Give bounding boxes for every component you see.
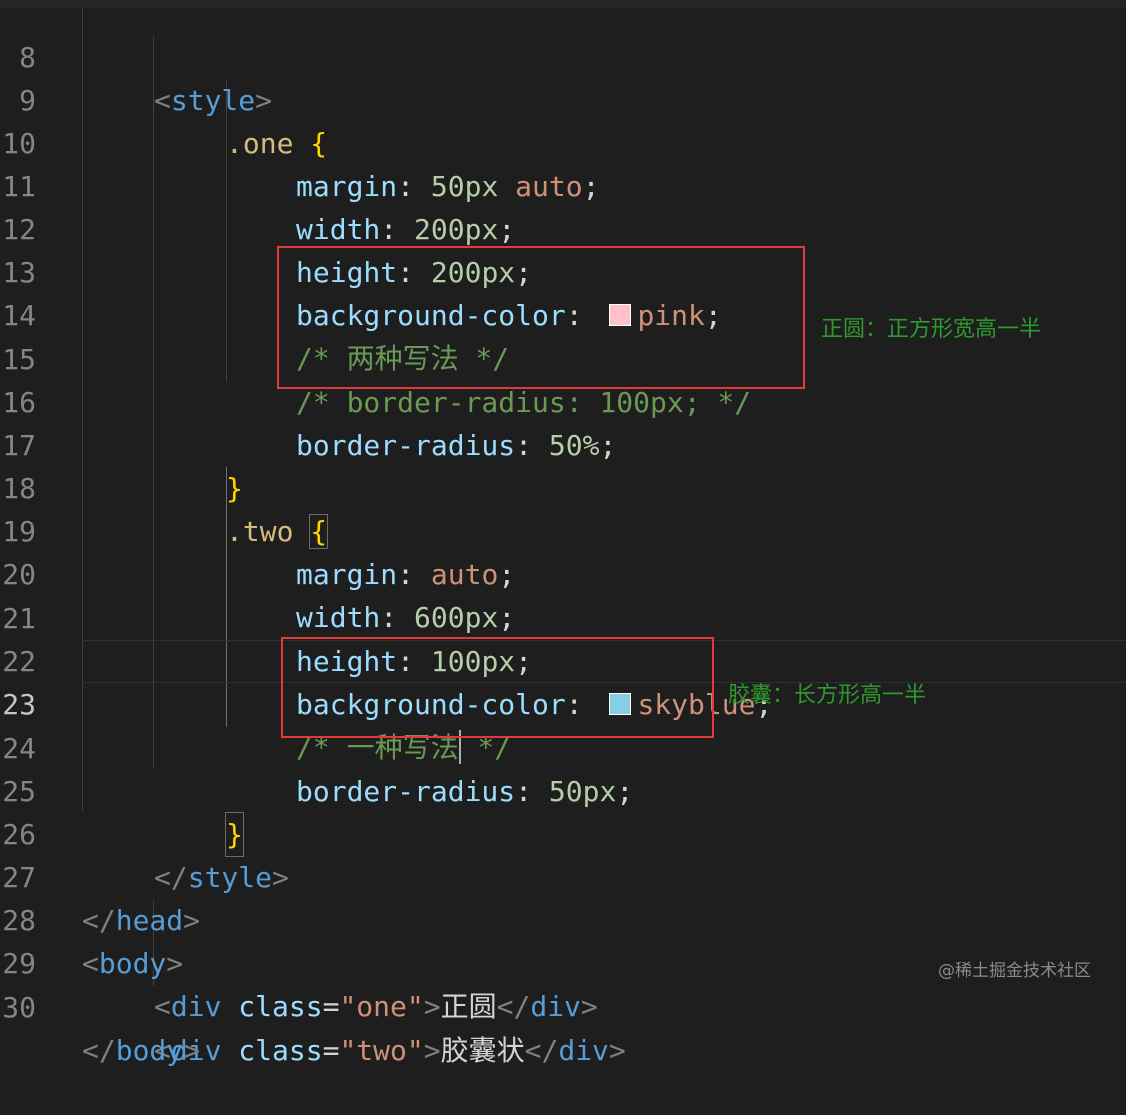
watermark: @稀土掘金技术社区: [938, 961, 1091, 981]
code-line[interactable]: 13 background-color: pink;: [0, 208, 1126, 332]
element-text: 胶囊状: [440, 1034, 525, 1067]
attr-name: class: [238, 1034, 323, 1067]
code-line[interactable]: 22 background-color: skyblue;: [0, 597, 1126, 721]
code-line[interactable]: 29 <div class="one">正圆</div>: [0, 899, 1126, 1023]
code-line[interactable]: </body>: [0, 986, 1126, 1067]
code-line[interactable]: 10 margin: 50px auto;: [0, 79, 1126, 203]
tag-name: body: [115, 1034, 184, 1067]
annotation-circle-note: 正圆：正方形宽高一半: [821, 317, 1042, 342]
code-line[interactable]: 20 width: 600px;: [0, 510, 1126, 634]
code-line[interactable]: 12 height: 200px;: [0, 165, 1126, 289]
highlight-box-circle: [277, 246, 805, 389]
tag-bracket: </: [82, 1034, 116, 1067]
tag-bracket: >: [183, 1034, 201, 1067]
code-line[interactable]: 21 height: 100px;: [0, 554, 1126, 678]
code-line[interactable]: 27 </head>: [0, 813, 1126, 937]
code-line[interactable]: 28 <body>: [0, 856, 1126, 980]
code-editor[interactable]: 8 <style> 9 .one { 10 margin: 50px auto;…: [0, 0, 1126, 1067]
highlight-box-capsule: [281, 637, 714, 738]
code-line[interactable]: 11 width: 200px;: [0, 122, 1126, 246]
code-line[interactable]: 8 <style>: [0, 0, 1126, 117]
code-line[interactable]: 18 .two {: [0, 424, 1126, 549]
attr-value: "two": [339, 1034, 424, 1067]
code-line[interactable]: 19 margin: auto;: [0, 467, 1126, 591]
annotation-capsule-note: 胶囊：长方形高一半: [728, 683, 927, 708]
code-line[interactable]: 9 .one {: [0, 36, 1126, 160]
tag-name: div: [558, 1034, 609, 1067]
code-line[interactable]: 26 </style>: [0, 770, 1126, 894]
